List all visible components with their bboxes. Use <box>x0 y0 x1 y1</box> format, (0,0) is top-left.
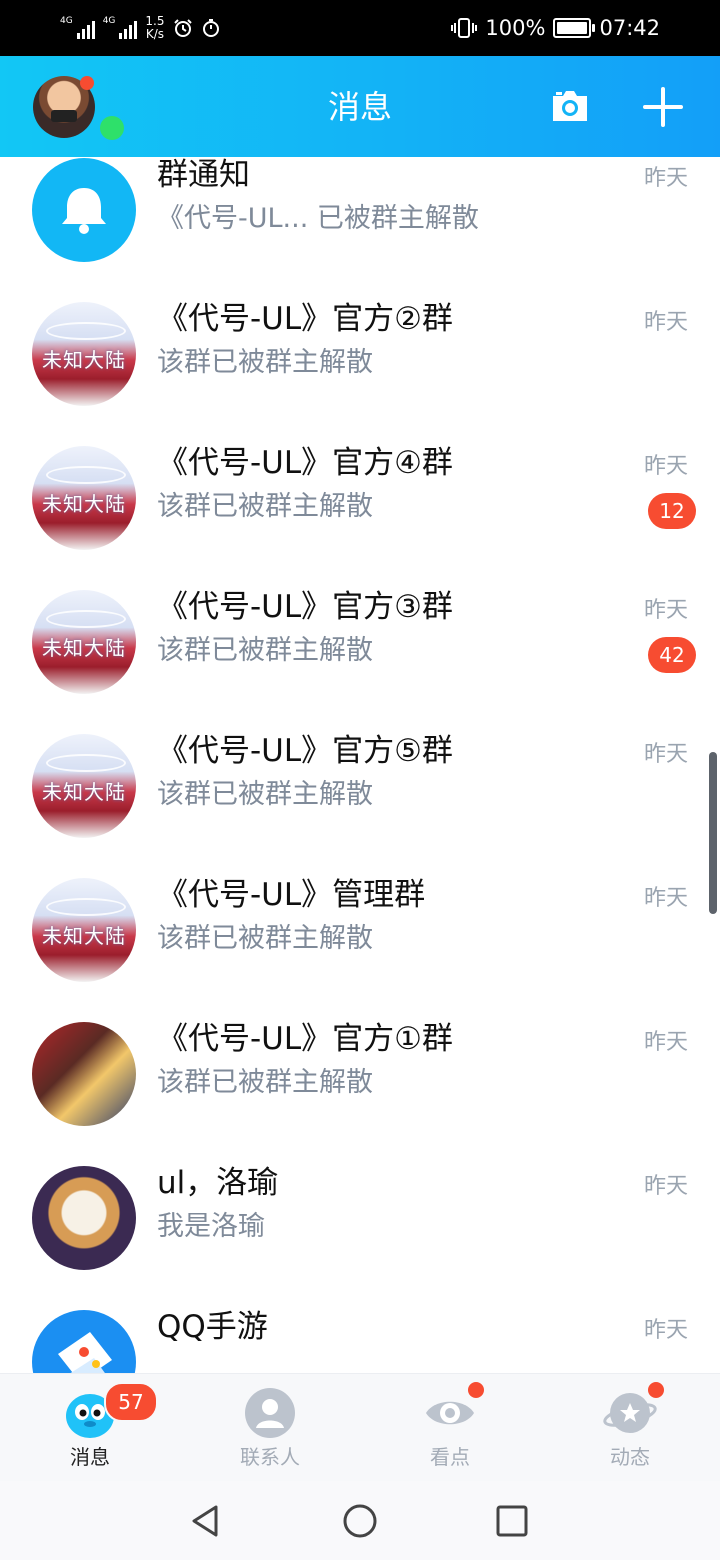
conversation-name: 《代号-UL》官方④群 <box>157 445 453 481</box>
system-nav-bar <box>0 1481 720 1560</box>
network-speed: 1.5 K/s <box>145 15 164 41</box>
contact-avatar <box>32 1166 136 1270</box>
battery-icon <box>553 18 596 38</box>
plus-icon[interactable] <box>642 86 684 128</box>
alarm-icon <box>173 19 192 37</box>
qq-games-avatar <box>32 1310 136 1373</box>
conversation-time: 昨天 <box>643 1174 688 1199</box>
halo-icon <box>46 898 126 916</box>
home-icon[interactable] <box>340 1501 380 1541</box>
conversation-preview: 《代号-UL... 已被群主解散 <box>157 203 479 234</box>
conversation-list[interactable]: 群通知 《代号-UL... 已被群主解散 昨天 未知大陆 《代号-UL》官方②群… <box>0 157 720 1373</box>
conversation-row-group-notice[interactable]: 群通知 《代号-UL... 已被群主解散 昨天 <box>0 157 720 287</box>
avatar-logo-text: 未知大陆 <box>42 348 126 372</box>
network-speed-unit: K/s <box>145 27 165 41</box>
vibrate-icon <box>451 18 478 38</box>
header: 消息 <box>0 56 720 157</box>
tab-messages[interactable]: 57 消息 <box>0 1374 180 1482</box>
tab-notification-dot <box>648 1382 664 1398</box>
signal-icon-2: 4G <box>103 17 138 39</box>
conversation-preview: 该群已被群主解散 <box>157 923 373 954</box>
conversation-row[interactable]: ul，洛瑜 我是洛瑜 昨天 <box>0 1151 720 1295</box>
conversation-preview: 该群已被群主解散 <box>157 1067 373 1098</box>
cards-icon <box>58 1332 112 1373</box>
contacts-icon <box>245 1388 295 1438</box>
conversation-row[interactable]: 未知大陆 《代号-UL》官方④群 该群已被群主解散 昨天 12 <box>0 431 720 575</box>
group-avatar: 未知大陆 <box>32 302 136 406</box>
tab-notification-dot <box>468 1382 484 1398</box>
conversation-time: 昨天 <box>643 886 688 911</box>
bell-icon <box>62 188 106 234</box>
halo-icon <box>46 754 126 772</box>
conversation-preview: 该群已被群主解散 <box>157 347 373 378</box>
conversation-name: ul，洛瑜 <box>157 1165 279 1201</box>
unread-badge: 12 <box>648 493 696 529</box>
conversation-name: QQ手游 <box>157 1309 268 1345</box>
conversation-preview: 该群已被群主解散 <box>157 635 373 666</box>
status-bar-right: 100% 07:42 <box>451 10 660 46</box>
conversation-preview: 该群已被群主解散 <box>157 491 373 522</box>
halo-icon <box>46 322 126 340</box>
network-type-2: 4G <box>102 16 116 26</box>
conversation-row[interactable]: 未知大陆 《代号-UL》官方②群 该群已被群主解散 昨天 <box>0 287 720 431</box>
group-avatar: 未知大陆 <box>32 878 136 982</box>
tab-label: 看点 <box>430 1445 470 1469</box>
tab-discover[interactable]: 看点 <box>360 1374 540 1482</box>
conversation-preview: 我是洛瑜 <box>157 1211 265 1242</box>
tab-feed[interactable]: 动态 <box>540 1374 720 1482</box>
unread-badge: 42 <box>648 637 696 673</box>
conversation-time: 昨天 <box>643 166 688 191</box>
battery-percent: 100% <box>485 16 546 40</box>
network-type-1: 4G <box>60 16 73 26</box>
conversation-row[interactable]: 未知大陆 《代号-UL》官方③群 该群已被群主解散 昨天 42 <box>0 575 720 719</box>
conversation-time: 昨天 <box>643 310 688 335</box>
conversation-name: 《代号-UL》官方⑤群 <box>157 733 453 769</box>
conversation-time: 昨天 <box>643 598 688 623</box>
halo-icon <box>46 466 126 484</box>
conversation-time: 昨天 <box>643 1030 688 1055</box>
tab-label: 联系人 <box>240 1445 300 1469</box>
conversation-name: 群通知 <box>157 157 250 193</box>
back-icon[interactable] <box>186 1501 226 1541</box>
tab-label: 动态 <box>610 1445 650 1469</box>
avatar-logo-text: 未知大陆 <box>42 924 126 948</box>
scrollbar[interactable] <box>709 752 717 914</box>
conversation-row[interactable]: 未知大陆 《代号-UL》官方⑤群 该群已被群主解散 昨天 <box>0 719 720 863</box>
tab-label: 消息 <box>70 1445 110 1469</box>
bell-avatar <box>32 158 136 262</box>
halo-icon <box>46 610 126 628</box>
conversation-time: 昨天 <box>643 454 688 479</box>
group-avatar: 未知大陆 <box>32 590 136 694</box>
conversation-name: 《代号-UL》官方③群 <box>157 589 453 625</box>
tab-unread-badge: 57 <box>104 1382 158 1422</box>
status-bar-left: 4G 4G 1.5 K/s <box>60 10 221 46</box>
conversation-name: 《代号-UL》官方②群 <box>157 301 453 337</box>
avatar-logo-text: 未知大陆 <box>42 780 126 804</box>
conversation-name: 《代号-UL》官方①群 <box>157 1021 453 1057</box>
camera-icon[interactable] <box>550 86 590 126</box>
recents-icon[interactable] <box>492 1501 532 1541</box>
conversation-row[interactable]: 未知大陆 《代号-UL》管理群 该群已被群主解散 昨天 <box>0 863 720 1007</box>
clock: 07:42 <box>599 16 660 40</box>
avatar-logo-text: 未知大陆 <box>42 636 126 660</box>
status-bar: 4G 4G 1.5 K/s 100% 07:42 <box>0 0 720 56</box>
tab-contacts[interactable]: 联系人 <box>180 1374 360 1482</box>
group-avatar: 未知大陆 <box>32 734 136 838</box>
group-avatar: 未知大陆 <box>32 446 136 550</box>
conversation-preview: 该群已被群主解散 <box>157 779 373 810</box>
conversation-row[interactable]: 《代号-UL》官方①群 该群已被群主解散 昨天 <box>0 1007 720 1151</box>
timer-icon <box>202 19 219 37</box>
conversation-time: 昨天 <box>643 742 688 767</box>
conversation-time: 昨天 <box>643 1318 688 1343</box>
signal-icon-1: 4G <box>60 17 95 39</box>
avatar-logo-text: 未知大陆 <box>42 492 126 516</box>
bottom-nav: 57 消息 联系人 看点 动态 <box>0 1373 720 1482</box>
group-avatar <box>32 1022 136 1126</box>
conversation-row[interactable]: QQ手游 昨天 <box>0 1295 720 1373</box>
conversation-name: 《代号-UL》管理群 <box>157 877 426 913</box>
page-title: 消息 <box>327 88 392 126</box>
